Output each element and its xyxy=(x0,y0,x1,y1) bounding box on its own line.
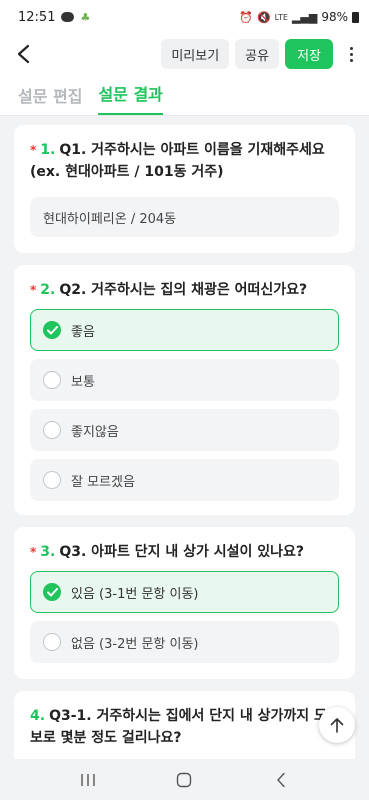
back-icon xyxy=(276,772,285,787)
option-yes[interactable]: 있음 (3-1번 문항 이동) xyxy=(30,571,339,613)
option-not-good[interactable]: 좋지않음 xyxy=(30,409,339,451)
top-actions: 미리보기 공유 저장 xyxy=(161,39,359,69)
question-text: Q3. 아파트 단지 내 상가 시설이 있나요? xyxy=(59,544,304,560)
status-time: 12:51 xyxy=(18,9,56,25)
network-type: LTE xyxy=(274,12,288,22)
home-button[interactable] xyxy=(164,765,204,795)
survey-results-list[interactable]: * 1. Q1. 거주하시는 아파트 이름을 기재해주세요 (ex. 현대아파트 /… xyxy=(0,117,369,759)
question-title: * 2. Q2. 거주하시는 집의 채광은 어떠신가요? xyxy=(30,279,339,301)
radio-empty-icon xyxy=(43,633,61,651)
back-button[interactable] xyxy=(16,39,40,69)
option-label: 잘 모르겠음 xyxy=(71,474,135,490)
question-number: 1. xyxy=(40,142,56,158)
radio-empty-icon xyxy=(43,371,61,389)
option-good[interactable]: 좋음 xyxy=(30,309,339,351)
arrow-up-icon xyxy=(330,718,344,733)
scroll-to-top-button[interactable] xyxy=(319,707,355,743)
preview-button[interactable]: 미리보기 xyxy=(161,39,230,69)
question-number: 2. xyxy=(40,282,56,298)
status-bar: 12:51 ♣ ⏰ 🔇 LTE ▂▄▆ 98% xyxy=(0,0,369,34)
option-no[interactable]: 없음 (3-2번 문항 이동) xyxy=(30,621,339,663)
status-left: 12:51 ♣ xyxy=(18,10,90,25)
option-label: 보통 xyxy=(71,374,95,390)
system-back-button[interactable] xyxy=(261,765,301,795)
chat-notification-icon xyxy=(61,12,75,22)
question-text: Q3-1. 거주하시는 집에서 단지 내 상가까지 도보로 몇분 정도 걸리나요… xyxy=(30,708,327,746)
question-card-4: 4. Q3-1. 거주하시는 집에서 단지 내 상가까지 도보로 몇분 정도 걸리… xyxy=(14,691,355,759)
recent-apps-button[interactable] xyxy=(68,765,108,795)
question-text: Q2. 거주하시는 집의 채광은 어떠신가요? xyxy=(59,282,308,298)
home-icon xyxy=(177,772,192,787)
question-card-3: * 3. Q3. 아파트 단지 내 상가 시설이 있나요? 있음 (3-1번 문항 … xyxy=(14,527,355,679)
question-card-1: * 1. Q1. 거주하시는 아파트 이름을 기재해주세요 (ex. 현대아파트 /… xyxy=(14,125,355,253)
question-title: 4. Q3-1. 거주하시는 집에서 단지 내 상가까지 도보로 몇분 정도 걸리… xyxy=(30,705,339,749)
share-button[interactable]: 공유 xyxy=(235,39,280,69)
survey-tabs: 설문 편집 설문 결과 xyxy=(0,74,369,116)
required-marker: * xyxy=(30,283,37,297)
question-title: * 1. Q1. 거주하시는 아파트 이름을 기재해주세요 (ex. 현대아파트 /… xyxy=(30,139,339,183)
question-number: 3. xyxy=(40,544,56,560)
question-title: * 3. Q3. 아파트 단지 내 상가 시설이 있나요? xyxy=(30,541,339,563)
tab-survey-results[interactable]: 설문 결과 xyxy=(98,81,163,115)
battery-icon xyxy=(352,11,359,23)
app-notification-icon: ♣ xyxy=(80,10,91,24)
alarm-icon: ⏰ xyxy=(239,10,253,24)
option-not-sure[interactable]: 잘 모르겠음 xyxy=(30,459,339,501)
save-button[interactable]: 저장 xyxy=(285,39,333,69)
tab-survey-edit[interactable]: 설문 편집 xyxy=(18,83,82,115)
option-normal[interactable]: 보통 xyxy=(30,359,339,401)
question-card-2: * 2. Q2. 거주하시는 집의 채광은 어떠신가요? 좋음 보통 좋지않음 잘 … xyxy=(14,265,355,515)
battery-percent: 98% xyxy=(321,10,348,24)
question-text: Q1. 거주하시는 아파트 이름을 기재해주세요 (ex. 현대아파트 / 10… xyxy=(30,142,325,180)
required-marker: * xyxy=(30,143,37,157)
option-label: 좋음 xyxy=(71,324,95,340)
required-marker: * xyxy=(30,545,37,559)
mute-icon: 🔇 xyxy=(256,10,271,24)
question-number: 4. xyxy=(30,708,46,724)
radio-empty-icon xyxy=(43,471,61,489)
check-icon xyxy=(43,583,61,601)
option-label: 없음 (3-2번 문항 이동) xyxy=(71,636,199,652)
chevron-left-icon xyxy=(17,44,30,64)
signal-icon: ▂▄▆ xyxy=(291,10,318,24)
option-label: 있음 (3-1번 문항 이동) xyxy=(71,586,199,602)
option-label: 좋지않음 xyxy=(71,424,119,440)
text-answer: 현대하이페리온 / 204동 xyxy=(30,197,339,237)
check-icon xyxy=(43,321,61,339)
radio-empty-icon xyxy=(43,421,61,439)
top-bar: 미리보기 공유 저장 xyxy=(0,34,369,74)
more-options-icon[interactable] xyxy=(343,39,359,69)
system-nav-bar xyxy=(0,759,369,800)
recent-apps-icon xyxy=(81,773,95,786)
status-right: ⏰ 🔇 LTE ▂▄▆ 98% xyxy=(239,10,359,24)
